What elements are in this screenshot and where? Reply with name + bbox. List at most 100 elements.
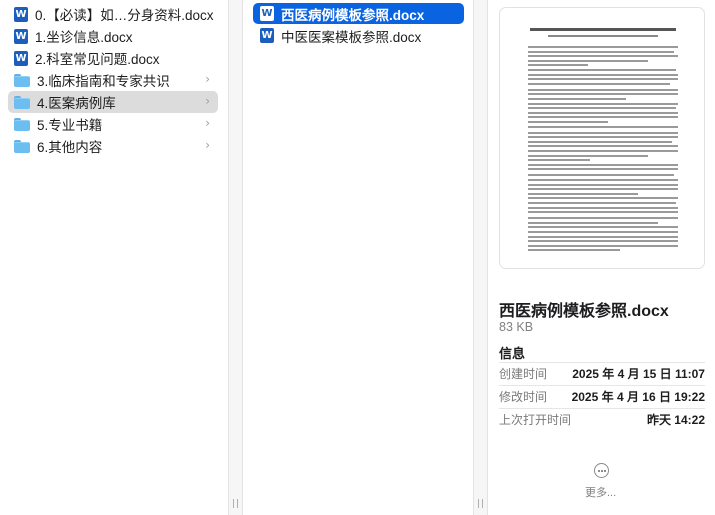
preview-pane: 西医病例模板参照.docx 83 KB 信息 创建时间 2025 年 4 月 1… bbox=[487, 0, 715, 515]
sidebar-column: W 0.【必读】如…分身资料.docx W 1.坐诊信息.docx W 2.科室… bbox=[0, 0, 229, 515]
thumbnail-text-line bbox=[528, 202, 676, 204]
item-label: 西医病例模板参照.docx bbox=[281, 7, 425, 23]
thumbnail-text-line bbox=[528, 197, 678, 200]
info-value: 昨天 14:22 bbox=[646, 413, 705, 427]
thumbnail-text-line bbox=[528, 78, 678, 81]
thumbnail-text-line bbox=[528, 93, 678, 96]
thumbnail-text-line bbox=[528, 249, 620, 252]
info-heading: 信息 bbox=[499, 346, 526, 361]
thumbnail-text-line bbox=[528, 174, 674, 177]
folder-icon bbox=[14, 139, 30, 153]
more-button[interactable] bbox=[589, 458, 613, 482]
thumbnail-text-line bbox=[528, 192, 638, 195]
chevron-right-icon: › bbox=[205, 72, 210, 86]
info-key: 创建时间 bbox=[499, 367, 548, 381]
thumbnail-text-line bbox=[528, 235, 678, 238]
thumbnail-text-line bbox=[528, 116, 678, 119]
thumbnail-text-line bbox=[528, 244, 678, 247]
thumbnail-text-line bbox=[528, 136, 678, 139]
item-label: 6.其他内容 bbox=[37, 140, 103, 155]
list-item[interactable]: W 中医医案模板参照.docx bbox=[253, 25, 464, 46]
folder-icon bbox=[14, 95, 30, 109]
word-document-icon: W bbox=[260, 6, 274, 21]
list-item-selected[interactable]: W 西医病例模板参照.docx bbox=[253, 3, 464, 24]
item-label: 中医医案模板参照.docx bbox=[281, 29, 422, 45]
info-key: 上次打开时间 bbox=[499, 413, 572, 427]
thumbnail-text-line bbox=[528, 50, 674, 53]
thumbnail-text-line bbox=[528, 64, 588, 67]
file-name: 西医病例模板参照.docx bbox=[499, 303, 669, 320]
folder-item-selected[interactable]: 4.医案病例库 › bbox=[8, 91, 218, 113]
thumbnail-text-line bbox=[528, 240, 678, 243]
thumbnail-text-line bbox=[528, 211, 678, 214]
word-document-icon: W bbox=[14, 50, 28, 66]
folder-item[interactable]: 5.专业书籍 › bbox=[8, 113, 218, 135]
list-item[interactable]: W 0.【必读】如…分身资料.docx bbox=[8, 3, 218, 25]
thumbnail-text-line bbox=[528, 73, 678, 76]
thumbnail-text-line bbox=[528, 55, 678, 58]
list-item[interactable]: W 2.科室常见问题.docx bbox=[8, 47, 218, 69]
resize-grip-icon[interactable]: || bbox=[232, 499, 240, 509]
thumbnail-text-line bbox=[528, 221, 658, 224]
thumbnail-text-line bbox=[528, 46, 678, 48]
thumbnail-text-line bbox=[528, 231, 678, 233]
thumbnail-text-line bbox=[528, 226, 678, 229]
word-document-icon: W bbox=[14, 28, 28, 44]
chevron-right-icon: › bbox=[205, 116, 210, 130]
thumbnail-text-line bbox=[528, 163, 678, 166]
thumbnail-text-line bbox=[528, 168, 678, 171]
chevron-right-icon: › bbox=[205, 94, 210, 108]
item-label: 0.【必读】如…分身资料.docx bbox=[35, 8, 214, 23]
thumbnail-text-line bbox=[528, 121, 608, 123]
ellipsis-circle-icon bbox=[593, 462, 609, 478]
column-resize-handle[interactable]: || bbox=[474, 0, 487, 515]
info-row-created: 创建时间 2025 年 4 月 15 日 11:07 bbox=[499, 362, 705, 384]
info-key: 修改时间 bbox=[499, 390, 548, 404]
thumbnail-text-line bbox=[528, 69, 676, 71]
file-size: 83 KB bbox=[499, 320, 534, 334]
info-row-last-opened: 上次打开时间 昨天 14:22 bbox=[499, 408, 705, 430]
info-value: 2025 年 4 月 16 日 19:22 bbox=[571, 390, 705, 404]
files-column: W 西医病例模板参照.docx W 中医医案模板参照.docx bbox=[242, 0, 474, 515]
folder-item[interactable]: 6.其他内容 › bbox=[8, 135, 218, 157]
more-label[interactable]: 更多... bbox=[585, 484, 616, 500]
info-row-modified: 修改时间 2025 年 4 月 16 日 19:22 bbox=[499, 385, 705, 407]
thumbnail-text-line bbox=[528, 159, 590, 162]
thumbnail-text-line bbox=[528, 179, 678, 181]
thumbnail-text-line bbox=[528, 107, 676, 110]
thumbnail-text-line bbox=[528, 145, 678, 148]
word-document-icon: W bbox=[14, 6, 28, 22]
thumbnail-text-line bbox=[528, 217, 678, 220]
thumbnail-text-line bbox=[528, 102, 678, 105]
thumbnail-text-line bbox=[528, 82, 670, 85]
folder-icon bbox=[14, 73, 30, 87]
thumbnail-text-line bbox=[528, 206, 678, 209]
thumbnail-text-line bbox=[528, 188, 678, 191]
resize-grip-icon[interactable]: || bbox=[477, 499, 485, 509]
info-value: 2025 年 4 月 15 日 11:07 bbox=[572, 367, 705, 381]
item-label: 4.医案病例库 bbox=[37, 96, 116, 111]
thumbnail-text-line bbox=[528, 111, 678, 114]
thumbnail-text-line bbox=[528, 59, 648, 62]
thumbnail-text-line bbox=[528, 150, 678, 152]
chevron-right-icon: › bbox=[205, 138, 210, 152]
thumbnail-text-line bbox=[528, 98, 626, 100]
thumbnail-text-line bbox=[528, 183, 678, 186]
thumbnail-text-line bbox=[528, 154, 648, 157]
word-document-icon: W bbox=[260, 28, 274, 43]
thumbnail-text-line bbox=[528, 125, 678, 128]
thumbnail-text-line bbox=[528, 140, 672, 143]
list-item[interactable]: W 1.坐诊信息.docx bbox=[8, 25, 218, 47]
item-label: 5.专业书籍 bbox=[37, 118, 103, 133]
thumbnail-text-line bbox=[528, 88, 678, 91]
item-label: 2.科室常见问题.docx bbox=[35, 52, 160, 67]
thumbnail-text-line bbox=[528, 131, 678, 134]
item-label: 3.临床指南和专家共识 bbox=[37, 74, 170, 89]
folder-icon bbox=[14, 117, 30, 131]
thumbnail-subtitle-line bbox=[548, 35, 658, 37]
document-thumbnail[interactable] bbox=[499, 7, 705, 269]
column-resize-handle[interactable]: || bbox=[229, 0, 242, 515]
folder-item[interactable]: 3.临床指南和专家共识 › bbox=[8, 69, 218, 91]
thumbnail-title-line bbox=[530, 28, 676, 31]
item-label: 1.坐诊信息.docx bbox=[35, 30, 133, 45]
